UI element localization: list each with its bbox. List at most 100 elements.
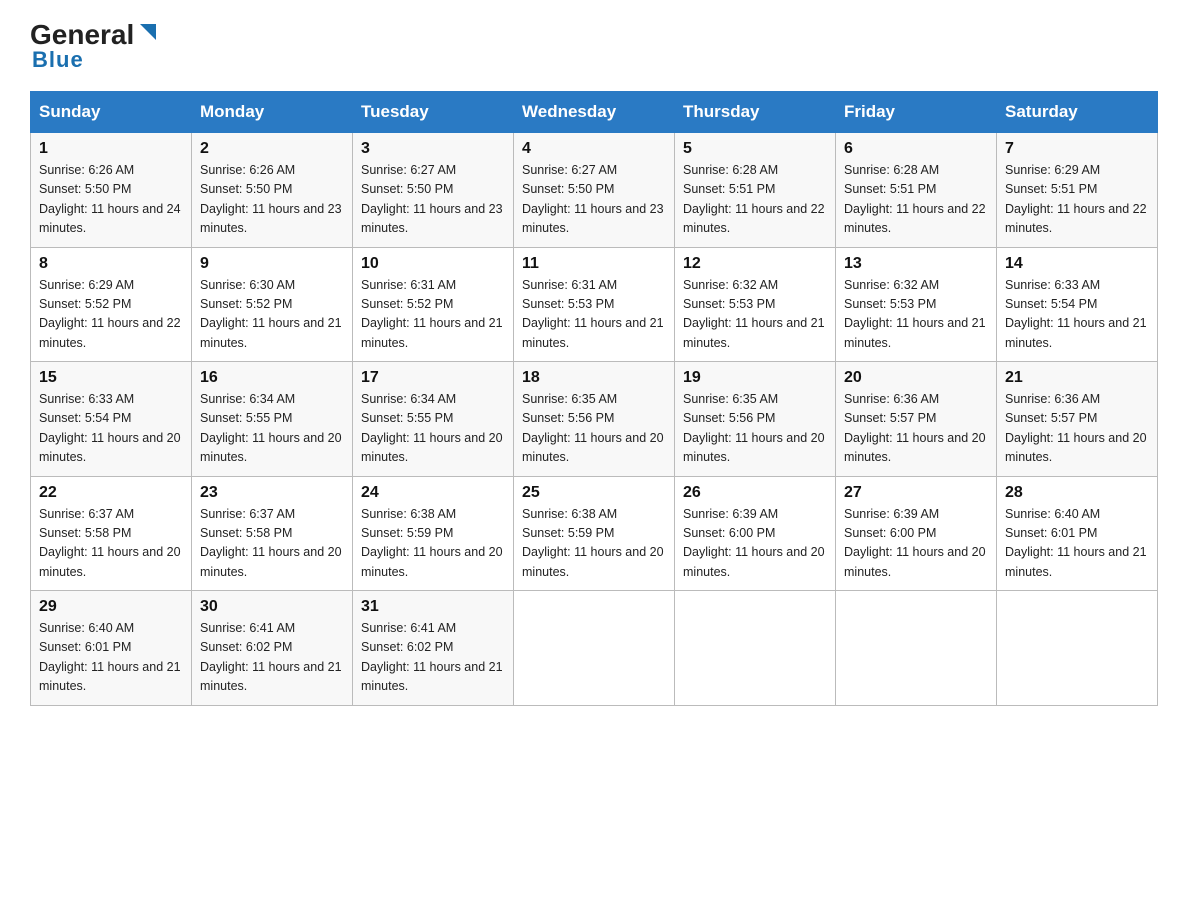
calendar-cell: 15 Sunrise: 6:33 AMSunset: 5:54 PMDaylig… [31,362,192,477]
day-number: 7 [1005,140,1149,158]
day-number: 11 [522,255,666,273]
calendar-cell: 13 Sunrise: 6:32 AMSunset: 5:53 PMDaylig… [836,247,997,362]
logo: General Blue [30,20,158,73]
day-number: 23 [200,484,344,502]
day-info: Sunrise: 6:33 AMSunset: 5:54 PMDaylight:… [1005,278,1147,350]
day-info: Sunrise: 6:38 AMSunset: 5:59 PMDaylight:… [361,507,503,579]
calendar-cell: 20 Sunrise: 6:36 AMSunset: 5:57 PMDaylig… [836,362,997,477]
day-info: Sunrise: 6:33 AMSunset: 5:54 PMDaylight:… [39,392,181,464]
day-number: 31 [361,598,505,616]
day-info: Sunrise: 6:37 AMSunset: 5:58 PMDaylight:… [39,507,181,579]
calendar-cell [675,591,836,706]
day-info: Sunrise: 6:29 AMSunset: 5:52 PMDaylight:… [39,278,181,350]
day-number: 14 [1005,255,1149,273]
day-info: Sunrise: 6:26 AMSunset: 5:50 PMDaylight:… [200,163,342,235]
logo-arrow-icon [136,22,158,44]
day-info: Sunrise: 6:32 AMSunset: 5:53 PMDaylight:… [844,278,986,350]
day-number: 27 [844,484,988,502]
calendar-cell: 2 Sunrise: 6:26 AMSunset: 5:50 PMDayligh… [192,133,353,248]
weekday-header-wednesday: Wednesday [514,92,675,133]
day-info: Sunrise: 6:31 AMSunset: 5:52 PMDaylight:… [361,278,503,350]
calendar-cell: 4 Sunrise: 6:27 AMSunset: 5:50 PMDayligh… [514,133,675,248]
calendar-table: SundayMondayTuesdayWednesdayThursdayFrid… [30,91,1158,706]
calendar-cell: 8 Sunrise: 6:29 AMSunset: 5:52 PMDayligh… [31,247,192,362]
day-info: Sunrise: 6:28 AMSunset: 5:51 PMDaylight:… [683,163,825,235]
day-info: Sunrise: 6:30 AMSunset: 5:52 PMDaylight:… [200,278,342,350]
calendar-week-4: 22 Sunrise: 6:37 AMSunset: 5:58 PMDaylig… [31,476,1158,591]
calendar-cell: 17 Sunrise: 6:34 AMSunset: 5:55 PMDaylig… [353,362,514,477]
day-info: Sunrise: 6:37 AMSunset: 5:58 PMDaylight:… [200,507,342,579]
weekday-header-tuesday: Tuesday [353,92,514,133]
day-number: 3 [361,140,505,158]
day-number: 13 [844,255,988,273]
calendar-cell: 28 Sunrise: 6:40 AMSunset: 6:01 PMDaylig… [997,476,1158,591]
calendar-cell: 5 Sunrise: 6:28 AMSunset: 5:51 PMDayligh… [675,133,836,248]
day-number: 17 [361,369,505,387]
calendar-cell: 3 Sunrise: 6:27 AMSunset: 5:50 PMDayligh… [353,133,514,248]
day-number: 26 [683,484,827,502]
weekday-header-saturday: Saturday [997,92,1158,133]
calendar-cell [997,591,1158,706]
day-number: 4 [522,140,666,158]
calendar-cell: 18 Sunrise: 6:35 AMSunset: 5:56 PMDaylig… [514,362,675,477]
day-info: Sunrise: 6:26 AMSunset: 5:50 PMDaylight:… [39,163,181,235]
day-number: 15 [39,369,183,387]
day-number: 25 [522,484,666,502]
weekday-header-sunday: Sunday [31,92,192,133]
calendar-cell: 31 Sunrise: 6:41 AMSunset: 6:02 PMDaylig… [353,591,514,706]
calendar-cell: 26 Sunrise: 6:39 AMSunset: 6:00 PMDaylig… [675,476,836,591]
calendar-week-3: 15 Sunrise: 6:33 AMSunset: 5:54 PMDaylig… [31,362,1158,477]
logo-text-blue: Blue [32,47,84,73]
day-number: 5 [683,140,827,158]
calendar-cell: 23 Sunrise: 6:37 AMSunset: 5:58 PMDaylig… [192,476,353,591]
calendar-cell: 22 Sunrise: 6:37 AMSunset: 5:58 PMDaylig… [31,476,192,591]
calendar-cell: 10 Sunrise: 6:31 AMSunset: 5:52 PMDaylig… [353,247,514,362]
day-info: Sunrise: 6:32 AMSunset: 5:53 PMDaylight:… [683,278,825,350]
day-info: Sunrise: 6:34 AMSunset: 5:55 PMDaylight:… [200,392,342,464]
day-number: 28 [1005,484,1149,502]
day-number: 21 [1005,369,1149,387]
day-number: 19 [683,369,827,387]
calendar-cell: 21 Sunrise: 6:36 AMSunset: 5:57 PMDaylig… [997,362,1158,477]
day-info: Sunrise: 6:36 AMSunset: 5:57 PMDaylight:… [1005,392,1147,464]
calendar-cell: 14 Sunrise: 6:33 AMSunset: 5:54 PMDaylig… [997,247,1158,362]
weekday-header-monday: Monday [192,92,353,133]
calendar-cell: 6 Sunrise: 6:28 AMSunset: 5:51 PMDayligh… [836,133,997,248]
page-header: General Blue [30,20,1158,73]
day-number: 30 [200,598,344,616]
calendar-cell [514,591,675,706]
day-info: Sunrise: 6:35 AMSunset: 5:56 PMDaylight:… [683,392,825,464]
day-info: Sunrise: 6:31 AMSunset: 5:53 PMDaylight:… [522,278,664,350]
day-number: 1 [39,140,183,158]
weekday-header-thursday: Thursday [675,92,836,133]
calendar-week-5: 29 Sunrise: 6:40 AMSunset: 6:01 PMDaylig… [31,591,1158,706]
calendar-week-2: 8 Sunrise: 6:29 AMSunset: 5:52 PMDayligh… [31,247,1158,362]
day-number: 12 [683,255,827,273]
logo-text-general: General [30,21,134,49]
day-number: 18 [522,369,666,387]
day-info: Sunrise: 6:35 AMSunset: 5:56 PMDaylight:… [522,392,664,464]
day-info: Sunrise: 6:39 AMSunset: 6:00 PMDaylight:… [683,507,825,579]
day-number: 16 [200,369,344,387]
day-info: Sunrise: 6:41 AMSunset: 6:02 PMDaylight:… [361,621,503,693]
calendar-cell: 24 Sunrise: 6:38 AMSunset: 5:59 PMDaylig… [353,476,514,591]
day-number: 10 [361,255,505,273]
calendar-cell: 1 Sunrise: 6:26 AMSunset: 5:50 PMDayligh… [31,133,192,248]
calendar-cell [836,591,997,706]
day-number: 20 [844,369,988,387]
day-number: 8 [39,255,183,273]
calendar-cell: 29 Sunrise: 6:40 AMSunset: 6:01 PMDaylig… [31,591,192,706]
calendar-week-1: 1 Sunrise: 6:26 AMSunset: 5:50 PMDayligh… [31,133,1158,248]
calendar-cell: 19 Sunrise: 6:35 AMSunset: 5:56 PMDaylig… [675,362,836,477]
day-info: Sunrise: 6:39 AMSunset: 6:00 PMDaylight:… [844,507,986,579]
day-info: Sunrise: 6:27 AMSunset: 5:50 PMDaylight:… [522,163,664,235]
day-info: Sunrise: 6:27 AMSunset: 5:50 PMDaylight:… [361,163,503,235]
day-number: 6 [844,140,988,158]
day-number: 22 [39,484,183,502]
day-info: Sunrise: 6:29 AMSunset: 5:51 PMDaylight:… [1005,163,1147,235]
day-info: Sunrise: 6:38 AMSunset: 5:59 PMDaylight:… [522,507,664,579]
calendar-cell: 11 Sunrise: 6:31 AMSunset: 5:53 PMDaylig… [514,247,675,362]
calendar-cell: 12 Sunrise: 6:32 AMSunset: 5:53 PMDaylig… [675,247,836,362]
day-number: 24 [361,484,505,502]
day-info: Sunrise: 6:36 AMSunset: 5:57 PMDaylight:… [844,392,986,464]
